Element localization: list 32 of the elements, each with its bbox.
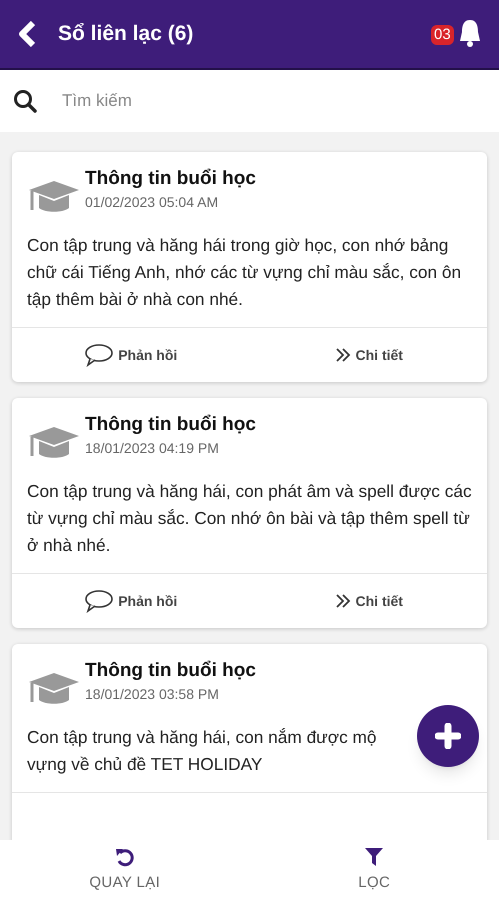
card-date: 01/02/2023 05:04 AM (85, 193, 220, 212)
filter-button[interactable]: LỌC (250, 840, 499, 900)
plus-icon (435, 723, 461, 749)
bell-icon[interactable] (457, 18, 483, 48)
card-message: Con tập trung và hăng hái trong giờ học, con nhớ bảng chữ cái Tiếng Anh, nhớ các từ vựng chỉ màu sắc, con ôn tập thêm bài ở nhà con nhé. (27, 234, 462, 311)
card-title: Thông tin buổi học (85, 659, 256, 683)
back-icon[interactable] (16, 21, 38, 47)
reply-button[interactable]: Phản hồi (12, 574, 250, 628)
double-chevron-icon (334, 346, 352, 364)
search-field[interactable]: Tìm kiếm (62, 88, 487, 114)
message-card[interactable]: Thông tin buổi học 01/02/2023 05:04 AM Con tập trung và hăng hái trong giờ học, con nhớ bảng chữ cái Tiếng Anh, nhớ các từ vựng chỉ màu sắc, con ôn tập thêm bài ở nhà con nhé. Phản hồi Chi tiết (12, 152, 487, 382)
filter-icon (364, 846, 384, 868)
card-message: vựng về chủ đề TET HOLIDAY (27, 753, 262, 776)
page-title: Sổ liên lạc (6) (58, 21, 194, 48)
card-title: Thông tin buổi học (85, 167, 256, 191)
card-message: Con tập trung và hăng hái, con nắm được mộ (27, 726, 377, 749)
message-card[interactable]: Thông tin buổi học 18/01/2023 03:58 PM Con tập trung và hăng hái, con nắm được mộ vựng về chủ đề TET HOLIDAY (12, 644, 487, 840)
reply-button[interactable]: Phản hồi (12, 328, 250, 382)
details-button[interactable]: Chi tiết (250, 328, 487, 382)
search-icon (12, 88, 38, 114)
card-date: 18/01/2023 03:58 PM (85, 685, 220, 704)
details-button[interactable]: Chi tiết (250, 574, 487, 628)
speech-bubble-icon (84, 589, 114, 613)
notification-badge: 03 (431, 25, 454, 45)
search-bar[interactable]: Tìm kiếm (0, 70, 499, 132)
card-title: Thông tin buổi học (85, 413, 256, 437)
card-date: 18/01/2023 04:19 PM (85, 439, 220, 458)
back-button[interactable]: QUAY LẠI (0, 840, 250, 900)
double-chevron-icon (334, 592, 352, 610)
speech-bubble-icon (84, 343, 114, 367)
card-message: Con tập trung và hăng hái, con phát âm và spell được các từ vựng chỉ màu sắc. Con nhớ ôn bài và tập thêm spell từ ở nhà nhé. (27, 480, 472, 557)
message-card[interactable]: Thông tin buổi học 18/01/2023 04:19 PM Con tập trung và hăng hái, con phát âm và spell được các từ vựng chỉ màu sắc. Con nhớ ôn bài và tập thêm spell từ ở nhà nhé. Phản hồi Chi tiết (12, 398, 487, 628)
